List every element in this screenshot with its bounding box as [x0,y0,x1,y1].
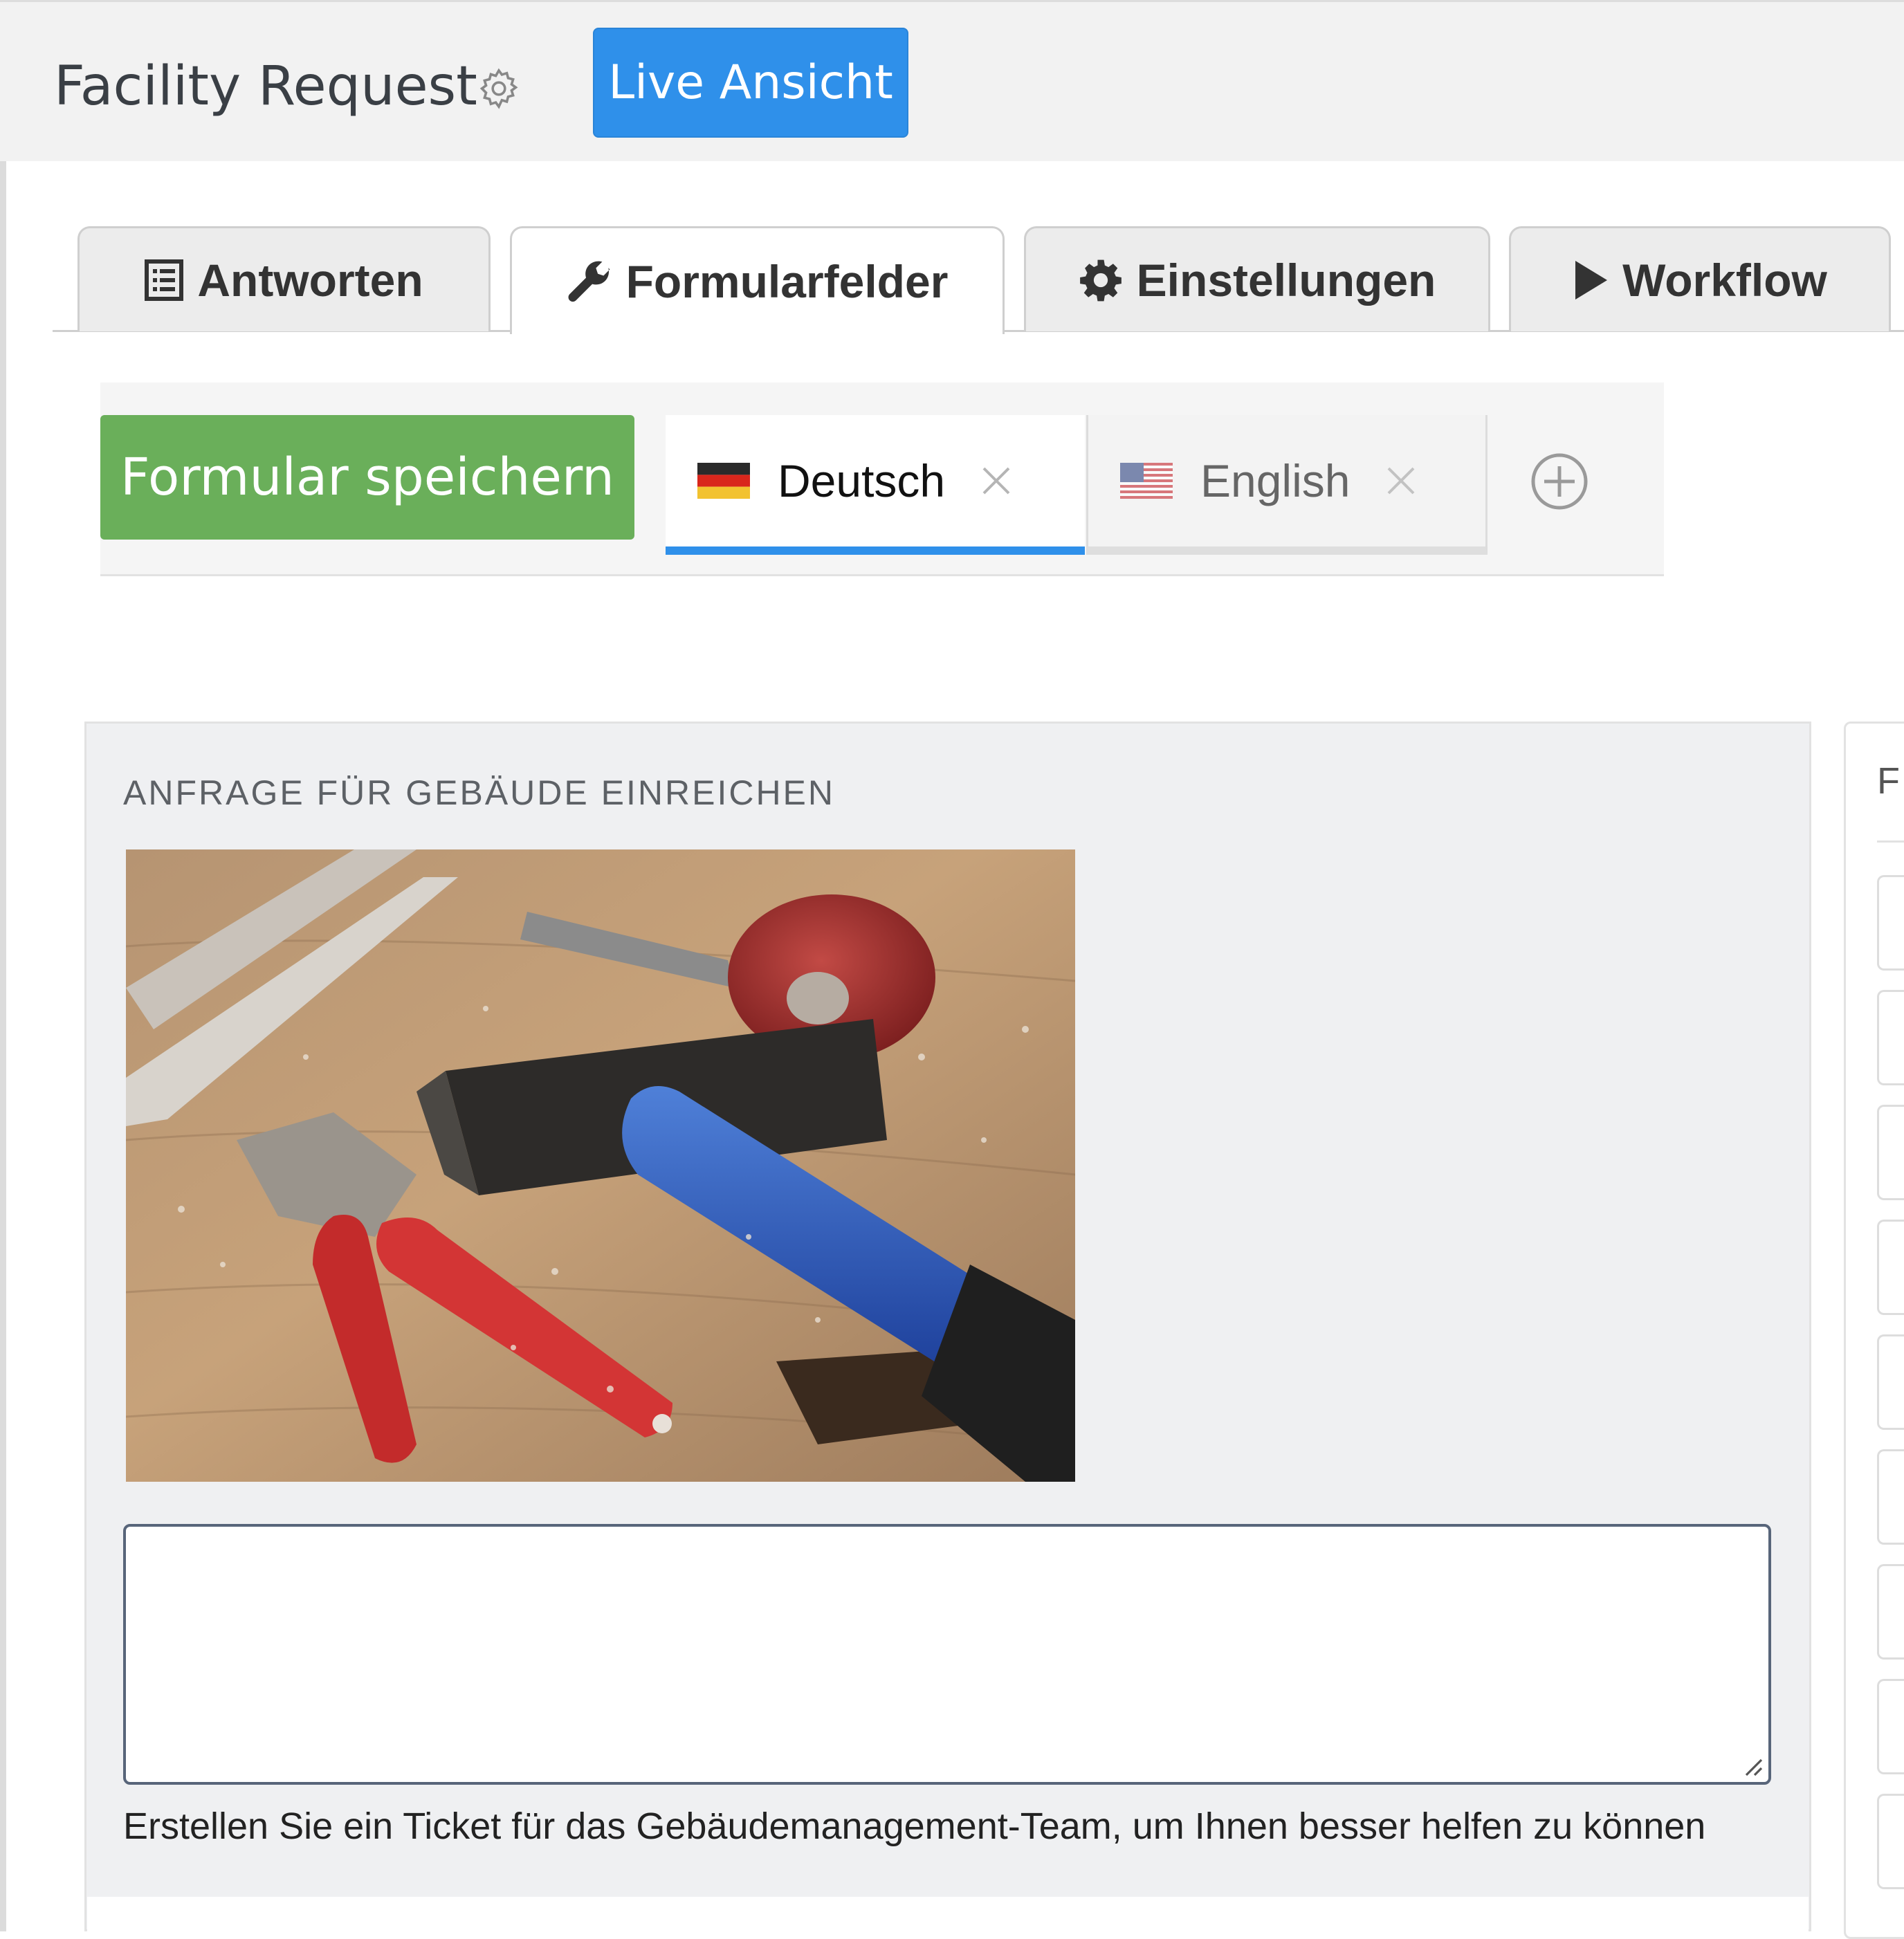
play-icon [1575,260,1608,300]
german-flag-icon [697,463,750,499]
language-label: Deutsch [778,455,946,506]
settings-gear-icon[interactable] [476,66,522,111]
tab-form-fields[interactable]: Formularfelder [510,226,1005,334]
field-type-item[interactable] [1877,875,1904,971]
us-flag-icon [1120,463,1173,499]
tab-label: Workflow [1622,254,1827,306]
close-icon[interactable] [1384,464,1418,497]
panel-heading-fragment: F [1877,760,1900,802]
next-field-area [87,1897,1809,1931]
gear-icon [1079,259,1122,301]
request-textarea[interactable] [123,1524,1771,1785]
field-type-item[interactable] [1877,1564,1904,1660]
language-tab-english[interactable]: English [1086,415,1488,555]
field-type-item[interactable] [1877,990,1904,1085]
language-tab-deutsch[interactable]: Deutsch [666,415,1085,555]
field-type-item[interactable] [1877,1220,1904,1315]
tab-label: Antworten [197,254,423,306]
left-edge [0,0,6,1931]
field-type-item[interactable] [1877,1679,1904,1774]
tab-settings[interactable]: Einstellungen [1024,226,1490,331]
section-heading: ANFRAGE FÜR GEBÄUDE EINREICHEN [123,773,836,812]
live-view-button[interactable]: Live Ansicht [593,28,908,138]
resize-handle-icon[interactable] [1738,1752,1763,1776]
wrench-icon [568,261,610,302]
save-form-button[interactable]: Formular speichern [100,415,634,540]
tab-label: Einstellungen [1136,254,1436,306]
tab-workflow[interactable]: Workflow [1509,226,1891,331]
close-icon[interactable] [980,464,1013,497]
list-icon [145,259,184,301]
field-type-item[interactable] [1877,1105,1904,1200]
field-type-item[interactable] [1877,1334,1904,1430]
help-text: Erstellen Sie ein Ticket für das Gebäude… [123,1805,1706,1847]
tab-responses[interactable]: Antworten [77,226,491,331]
field-type-item[interactable] [1877,1449,1904,1545]
tools-image [126,849,1075,1482]
page-title: Facility Request [54,55,477,118]
divider [1877,840,1904,843]
header-bar: Facility Request Live Ansicht [0,0,1904,161]
field-type-item[interactable] [1877,1794,1904,1889]
language-label: English [1200,455,1351,506]
tab-label: Formularfelder [625,255,949,307]
add-language-icon[interactable] [1530,452,1589,511]
